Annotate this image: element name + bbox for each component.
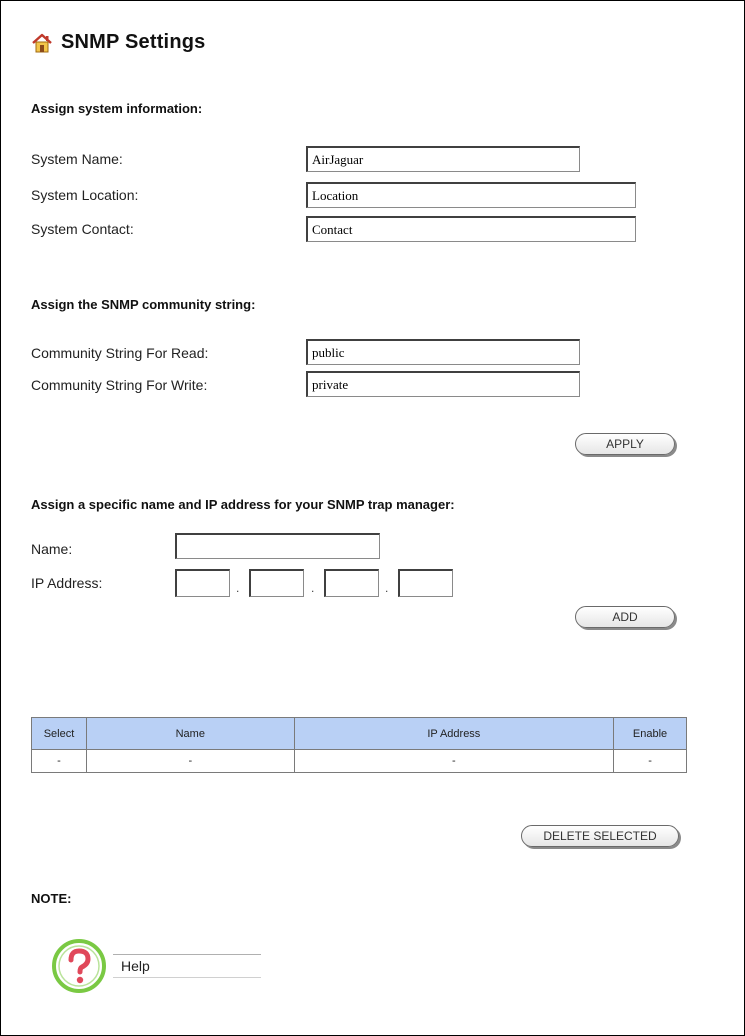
column-header-name: Name xyxy=(85,717,295,750)
page-header: SNMP Settings xyxy=(31,31,205,54)
column-header-enable: Enable xyxy=(613,717,687,750)
table-cell-enable: - xyxy=(613,749,687,773)
trap-name-input[interactable] xyxy=(175,533,380,559)
table-row: - - - - xyxy=(31,749,687,773)
trap-manager-section-title: Assign a specific name and IP address fo… xyxy=(31,497,455,512)
help-link[interactable]: Help xyxy=(51,936,271,996)
table-cell-select: - xyxy=(31,749,87,773)
system-name-label: System Name: xyxy=(31,151,123,167)
ip-octet-4-input[interactable] xyxy=(398,569,453,597)
system-contact-label: System Contact: xyxy=(31,221,134,237)
ip-octet-1-input[interactable] xyxy=(175,569,230,597)
community-write-input[interactable] xyxy=(306,371,580,397)
ip-separator: . xyxy=(311,581,315,595)
table-cell-ip-address: - xyxy=(293,749,615,773)
system-contact-input[interactable] xyxy=(306,216,636,242)
community-read-input[interactable] xyxy=(306,339,580,365)
column-header-ip-address: IP Address xyxy=(293,717,615,750)
trap-name-label: Name: xyxy=(31,541,73,557)
trap-ip-label: IP Address: xyxy=(31,575,103,591)
delete-selected-button[interactable]: DELETE SELECTED xyxy=(521,825,679,847)
ip-octet-2-input[interactable] xyxy=(249,569,304,597)
help-icon xyxy=(52,939,106,993)
table-header-row: Select Name IP Address Enable xyxy=(31,717,687,750)
system-location-label: System Location: xyxy=(31,187,139,203)
community-read-label: Community String For Read: xyxy=(31,345,209,361)
add-button[interactable]: ADD xyxy=(575,606,675,628)
ip-octet-3-input[interactable] xyxy=(324,569,379,597)
column-header-select: Select xyxy=(31,717,87,750)
page-title: SNMP Settings xyxy=(61,31,206,53)
apply-button[interactable]: APPLY xyxy=(575,433,675,455)
community-section-title: Assign the SNMP community string: xyxy=(31,297,256,312)
system-name-input[interactable] xyxy=(306,146,580,172)
page-frame: SNMP Settings Assign system information:… xyxy=(0,0,745,1036)
ip-separator: . xyxy=(236,581,240,595)
trap-manager-table: Select Name IP Address Enable - - - - xyxy=(31,717,687,773)
note-label: NOTE: xyxy=(31,891,72,906)
ip-separator: . xyxy=(385,581,389,595)
help-label: Help xyxy=(113,954,261,978)
community-write-label: Community String For Write: xyxy=(31,377,208,393)
table-cell-name: - xyxy=(85,749,295,773)
system-location-input[interactable] xyxy=(306,182,636,208)
system-info-section-title: Assign system information: xyxy=(31,101,203,116)
home-icon xyxy=(32,33,52,52)
